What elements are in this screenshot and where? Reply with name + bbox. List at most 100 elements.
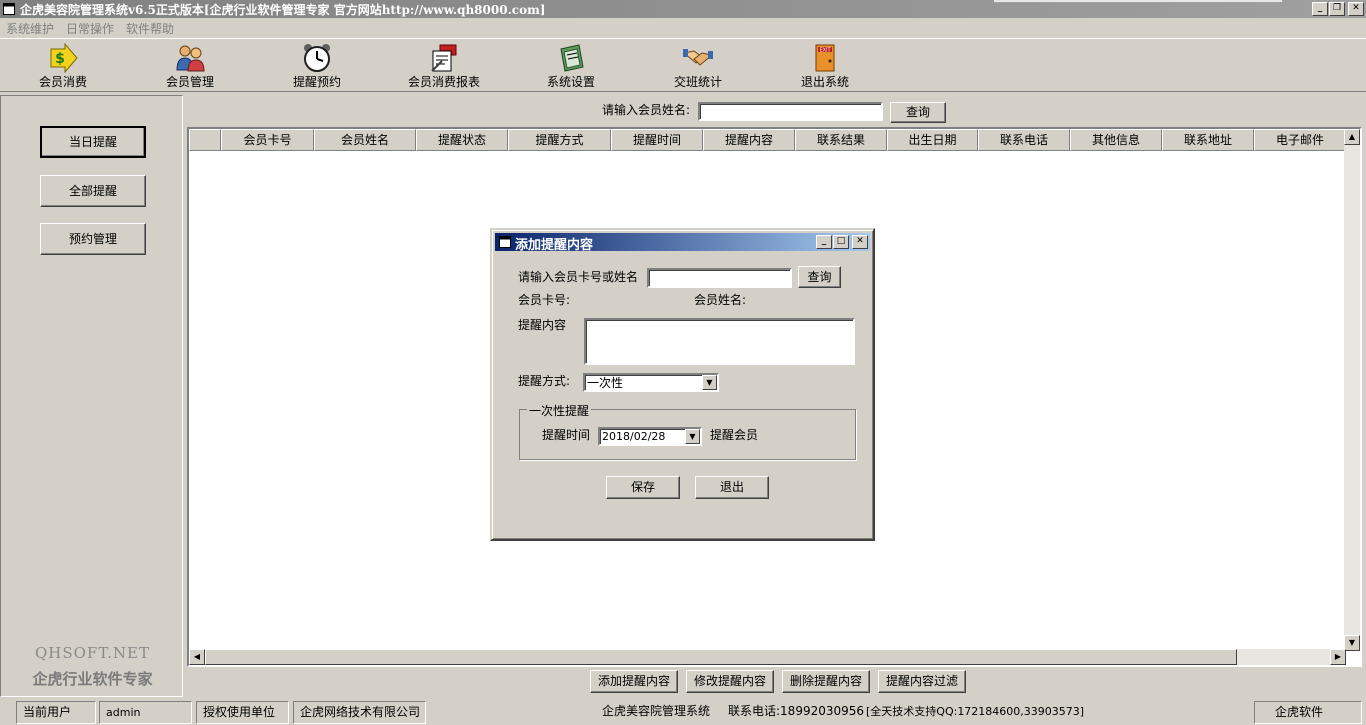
left-panel: 当日提醒 全部提醒 预约管理 QHSOFT.NET 企虎行业软件专家: [0, 95, 183, 697]
toolbar-consumption-report[interactable]: 会员消费报表: [399, 41, 489, 91]
column-header[interactable]: 电子邮件: [1254, 129, 1346, 151]
column-header[interactable]: 提醒状态: [416, 129, 508, 151]
reminder-time-value: 2018/02/28: [602, 430, 666, 443]
column-header[interactable]: 联系结果: [795, 129, 887, 151]
app-window: 企虎美容院管理系统v6.5正式版本[企虎行业软件管理专家 官方网站http://…: [0, 0, 1366, 725]
search-button[interactable]: 查询: [890, 102, 946, 123]
reminder-time-picker[interactable]: 2018/02/28 ▼: [598, 427, 702, 446]
dialog-minimize-icon[interactable]: _: [816, 235, 832, 249]
title-decoration: [994, 0, 1282, 3]
chevron-down-icon[interactable]: ▼: [702, 375, 717, 390]
dollar-arrow-icon: $: [50, 43, 78, 73]
vertical-scrollbar[interactable]: ▲ ▼: [1344, 129, 1360, 651]
current-user-label: 当前用户: [16, 701, 96, 724]
window-title: 企虎美容院管理系统v6.5正式版本[企虎行业软件管理专家 官方网站http://…: [20, 3, 546, 17]
exit-door-icon: EXIT: [815, 44, 835, 72]
column-header[interactable]: 其他信息: [1070, 129, 1162, 151]
column-header[interactable]: 提醒内容: [703, 129, 795, 151]
window-controls: _ ❐ ✕: [1311, 2, 1364, 16]
report-icon: [431, 44, 457, 72]
users-icon: [176, 45, 205, 72]
date-dropdown-icon[interactable]: ▼: [685, 429, 700, 444]
one-time-reminder-group: 一次性提醒 提醒时间 2018/02/28 ▼ 提醒会员: [519, 402, 856, 460]
member-name-label: 会员姓名:: [694, 293, 747, 307]
column-header[interactable]: 提醒方式: [508, 129, 611, 151]
dialog-maximize-icon[interactable]: □: [833, 235, 849, 249]
column-header[interactable]: 出生日期: [887, 129, 978, 151]
member-query-input[interactable]: [647, 268, 792, 288]
column-header[interactable]: 提醒时间: [611, 129, 703, 151]
dialog-title: 添加提醒内容: [515, 238, 594, 253]
reminder-method-label: 提醒方式:: [518, 374, 571, 388]
reminder-content-textarea[interactable]: [584, 318, 855, 365]
menu-software-help[interactable]: 软件帮助: [126, 20, 174, 37]
toolbar: $ 会员消费 会员管理 提醒预约 会员消费报表 系统设置 交班统计 EXIT 退…: [0, 38, 1366, 92]
all-reminders-button[interactable]: 全部提醒: [40, 175, 146, 207]
dialog-close-icon[interactable]: ✕: [852, 235, 868, 249]
license-value: 企虎网络技术有限公司: [293, 701, 426, 724]
toolbar-system-settings[interactable]: 系统设置: [526, 41, 616, 91]
grid-header: 会员卡号 会员姓名 提醒状态 提醒方式 提醒时间 提醒内容 联系结果 出生日期 …: [189, 129, 1346, 151]
dialog-controls: _ □ ✕: [815, 235, 868, 249]
column-header[interactable]: 联系电话: [978, 129, 1070, 151]
vendor-name: 企虎软件: [1254, 701, 1362, 724]
dialog-title-bar: 添加提醒内容 _ □ ✕: [495, 233, 870, 253]
settings-book-icon: [560, 44, 584, 72]
support-info: [全天技术支持QQ:172184600,33903573]: [866, 705, 1085, 718]
toolbar-member-consumption[interactable]: $ 会员消费: [18, 41, 108, 91]
horizontal-scroll-thumb[interactable]: [205, 649, 1237, 665]
member-query-label: 请输入会员卡号或姓名: [518, 270, 639, 284]
delete-reminder-button[interactable]: 删除提醒内容: [782, 670, 870, 693]
dialog-app-icon: [499, 236, 511, 248]
status-bar: 当前用户 admin 授权使用单位 企虎网络技术有限公司 企虎美容院管理系统 联…: [0, 700, 1366, 725]
exit-button[interactable]: 退出: [695, 476, 769, 499]
edit-reminder-button[interactable]: 修改提醒内容: [686, 670, 774, 693]
toolbar-exit-system[interactable]: EXIT 退出系统: [780, 41, 870, 91]
appointment-management-button[interactable]: 预约管理: [40, 223, 146, 255]
reminder-time-label: 提醒时间: [542, 428, 591, 442]
scroll-right-icon[interactable]: ▶: [1330, 649, 1346, 665]
brand-cn: 企虎行业软件专家: [32, 670, 153, 688]
member-name-search-label: 请输入会员姓名:: [602, 103, 691, 117]
column-header[interactable]: 联系地址: [1162, 129, 1254, 151]
toolbar-member-management[interactable]: 会员管理: [145, 41, 235, 91]
toolbar-shift-statistics[interactable]: 交班统计: [653, 41, 743, 91]
scroll-up-icon[interactable]: ▲: [1344, 129, 1360, 145]
current-user-value: admin: [99, 701, 192, 724]
restore-icon[interactable]: ❐: [1329, 2, 1345, 16]
brand-en: QHSOFT.NET: [34, 644, 150, 662]
menu-system-maintenance[interactable]: 系统维护: [6, 20, 54, 37]
reminder-content-label: 提醒内容: [518, 318, 567, 332]
reminder-method-value: 一次性: [587, 376, 624, 390]
contact-phone: 联系电话:18992030956: [728, 704, 865, 718]
handshake-icon: [682, 49, 714, 66]
column-header[interactable]: 会员姓名: [314, 129, 416, 151]
group-title: 一次性提醒: [527, 402, 592, 419]
column-header[interactable]: 会员卡号: [221, 129, 314, 151]
member-name-search-input[interactable]: [698, 102, 883, 121]
scroll-left-icon[interactable]: ◀: [189, 649, 205, 665]
title-bar: 企虎美容院管理系统v6.5正式版本[企虎行业软件管理专家 官方网站http://…: [0, 0, 1366, 18]
license-label: 授权使用单位: [196, 701, 289, 724]
save-button[interactable]: 保存: [606, 476, 680, 499]
horizontal-scrollbar[interactable]: ◀ ▶: [189, 649, 1346, 665]
reminder-method-select[interactable]: 一次性 ▼: [583, 373, 719, 392]
svg-text:EXIT: EXIT: [819, 48, 831, 54]
filter-reminder-button[interactable]: 提醒内容过滤: [878, 670, 966, 693]
scroll-down-icon[interactable]: ▼: [1344, 635, 1360, 651]
dialog-query-button[interactable]: 查询: [798, 266, 841, 288]
close-icon[interactable]: ✕: [1348, 2, 1364, 16]
svg-text:$: $: [55, 51, 65, 67]
remind-member-label: 提醒会员: [710, 428, 759, 442]
member-card-label: 会员卡号:: [518, 293, 571, 307]
today-reminders-button[interactable]: 当日提醒: [40, 126, 146, 158]
app-icon: [3, 3, 15, 15]
minimize-icon[interactable]: _: [1312, 2, 1328, 16]
add-reminder-dialog: 添加提醒内容 _ □ ✕ 请输入会员卡号或姓名 查询 会员卡号: 会员姓名: 提…: [490, 228, 875, 541]
menu-daily-operations[interactable]: 日常操作: [66, 20, 114, 37]
column-header-indicator: [189, 129, 221, 151]
system-name: 企虎美容院管理系统: [602, 704, 711, 718]
add-reminder-button[interactable]: 添加提醒内容: [590, 670, 678, 693]
toolbar-reminder-appointment[interactable]: 提醒预约: [272, 41, 362, 91]
menu-bar: 系统维护 日常操作 软件帮助: [0, 18, 1366, 38]
